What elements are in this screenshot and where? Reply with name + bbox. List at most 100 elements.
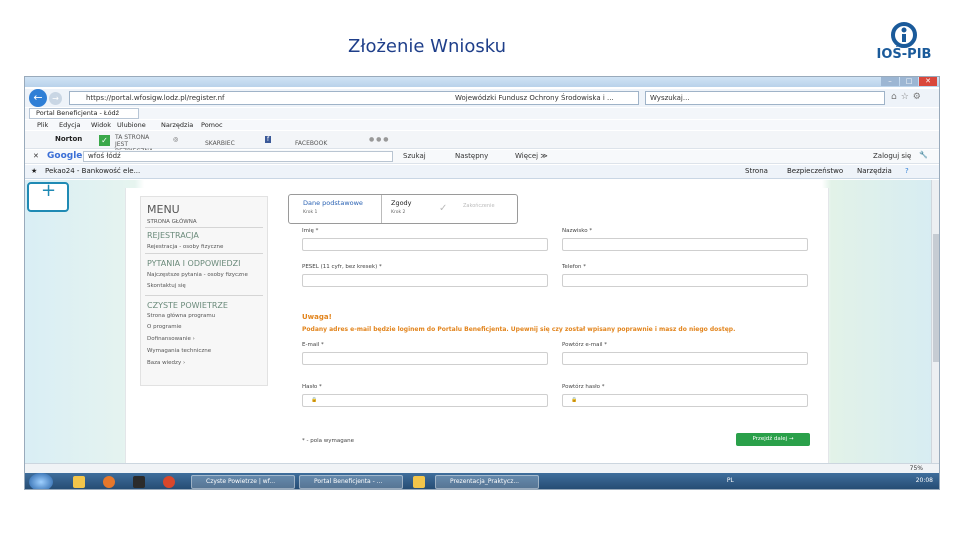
menu-link-about[interactable]: O programie [147,324,181,330]
close-button[interactable]: ✕ [919,77,937,86]
fav-item-pekao[interactable]: Pekao24 - Bankowość ele... [45,167,140,175]
logo-text: IOŚ-PIB [876,47,932,62]
required-note: * - pola wymagane [302,438,354,444]
address-bar: ← → https://portal.wfosigw.lodz.pl/regis… [25,89,939,107]
firefox-icon[interactable] [103,476,115,488]
password-field[interactable]: 🔒 [302,394,548,407]
favorites-star-icon[interactable]: ★ [31,167,37,175]
task-browser-2[interactable]: Portal Beneficjenta - ... [299,475,403,489]
google-search-input[interactable]: wfoś łódź [83,151,393,162]
forward-button[interactable]: → [49,92,62,105]
email-field[interactable] [302,352,548,365]
menu-file[interactable]: Plik [37,121,48,129]
scrollbar[interactable] [931,180,939,463]
toolbar-icons: ⌂☆⚙ [891,92,925,102]
menu-link-requirements[interactable]: Wymagania techniczne [147,348,211,354]
menu-favorites[interactable]: Ulubione [117,121,146,129]
last-name-label: Nazwisko * [562,228,593,234]
menu-help[interactable]: Pomoc [201,121,223,129]
chrome-icon[interactable] [163,476,175,488]
norton-toolbar: Norton ✓ TA STRONA JEST BEZPIECZNA ◎ SKA… [25,131,939,155]
ios-pib-logo: IOŚ-PIB [868,22,940,72]
maximize-button[interactable]: □ [900,77,918,86]
url-input[interactable]: https://portal.wfosigw.lodz.pl/register.… [69,91,639,105]
google-next-button[interactable]: Następny [455,152,488,160]
step-2[interactable]: Zgody Krok 2 [391,199,412,215]
taskbar: Czyste Powietrze | wf... Portal Beneficj… [25,473,939,489]
menu-link-register[interactable]: Rejestracja - osoby fizyczne [147,244,223,250]
step-separator [381,195,382,223]
menu-edit[interactable]: Edycja [59,121,80,129]
google-more-button[interactable]: Więcej ≫ [515,152,548,160]
url-text: https://portal.wfosigw.lodz.pl/register.… [86,94,225,102]
start-button[interactable] [29,473,53,489]
app-icon[interactable] [133,476,145,488]
tools-menu[interactable]: Narzędzia [857,167,892,175]
menu-link-funding[interactable]: Dofinansowanie › [147,336,195,342]
facebook-icon: f [265,136,272,143]
help-icon[interactable]: ? [905,167,909,175]
task-powerpoint[interactable]: Prezentacja_Praktycz... [435,475,539,489]
window-titlebar: – □ ✕ [25,77,939,87]
last-name-field[interactable] [562,238,808,251]
more-dots[interactable]: ● ● ● [369,136,389,143]
google-search-button[interactable]: Szukaj [403,152,426,160]
vault-label[interactable]: SKARBIEC [205,140,235,147]
phone-field[interactable] [562,274,808,287]
next-button[interactable]: Przejdź dalej → [736,433,810,446]
close-toolbar-icon[interactable]: ✕ [33,152,39,160]
norton-logo: Norton [55,135,83,143]
back-button[interactable]: ← [29,89,47,107]
home-icon[interactable]: ⌂ [891,92,901,102]
explorer-icon[interactable] [73,476,85,488]
vault-icon: ◎ [173,136,179,143]
first-name-field[interactable] [302,238,548,251]
menu-home-link[interactable]: STRONA GŁÓWNA [147,219,197,225]
pesel-field[interactable] [302,274,548,287]
menu-link-contact[interactable]: Skontaktuj się [147,283,186,289]
safety-menu[interactable]: Bezpieczeństwo [787,167,843,175]
wrench-icon[interactable]: 🔧 [919,151,928,159]
email-repeat-label: Powtórz e-mail * [562,342,608,348]
folder-icon[interactable] [413,476,425,488]
first-name-label: Imię * [302,228,319,234]
menu-view[interactable]: Widok [91,121,111,129]
star-icon[interactable]: ☆ [901,92,913,102]
page-accessibility-icon[interactable] [27,180,69,212]
browser-search-input[interactable]: Wyszukaj... [645,91,885,105]
step-3[interactable]: Zakończenie [463,203,495,209]
facebook-label[interactable]: FACEBOOK [295,140,327,147]
menu-bar: Plik Edycja Widok Ulubione Narzędzia Pom… [25,120,939,130]
password-repeat-field[interactable]: 🔒 [562,394,808,407]
menu-divider [145,227,263,228]
clock[interactable]: 20:08 [916,477,933,484]
system-tray: PL 20:08 [727,477,933,484]
browser-screenshot: – □ ✕ ← → https://portal.wfosigw.lodz.pl… [24,76,940,490]
menu-link-knowledge[interactable]: Baza wiedzy › [147,360,185,366]
menu-link-faq[interactable]: Najczęstsze pytania - osoby fizyczne [147,272,248,278]
menu-link-program-home[interactable]: Strona główna programu [147,313,215,319]
step-1[interactable]: Dane podstawowe Krok 1 [303,199,363,215]
scrollbar-thumb[interactable] [933,234,939,362]
step-check-icon: ✓ [439,203,448,214]
language-indicator[interactable]: PL [727,477,734,484]
phone-label: Telefon * [562,264,587,270]
task-browser-1[interactable]: Czyste Powietrze | wf... [191,475,295,489]
minimize-button[interactable]: – [881,77,899,86]
tab-portal[interactable]: Portal Beneficjenta - Łódź [29,108,139,119]
email-repeat-field[interactable] [562,352,808,365]
google-login-link[interactable]: Zaloguj się [873,152,911,160]
zoom-level[interactable]: 75% [910,465,923,472]
status-bar: 75% [25,463,939,473]
page-content: MENU STRONA GŁÓWNA REJESTRACJA Rejestrac… [125,188,829,463]
favorites-bar: ★ Pekao24 - Bankowość ele... Strona Bezp… [25,165,939,179]
gear-icon[interactable]: ⚙ [913,92,925,102]
page-menu[interactable]: Strona [745,167,768,175]
slide: Złożenie Wniosku IOŚ-PIB – □ ✕ ← → https… [0,0,960,540]
menu-tools[interactable]: Narzędzia [161,121,193,129]
password-repeat-label: Powtórz hasło * [562,384,605,390]
warning-title: Uwaga! [302,313,332,321]
password-label: Hasło * [302,384,322,390]
google-logo: Google [47,151,83,161]
wizard-steps: Dane podstawowe Krok 1 Zgody Krok 2 ✓ Zako… [288,194,518,224]
